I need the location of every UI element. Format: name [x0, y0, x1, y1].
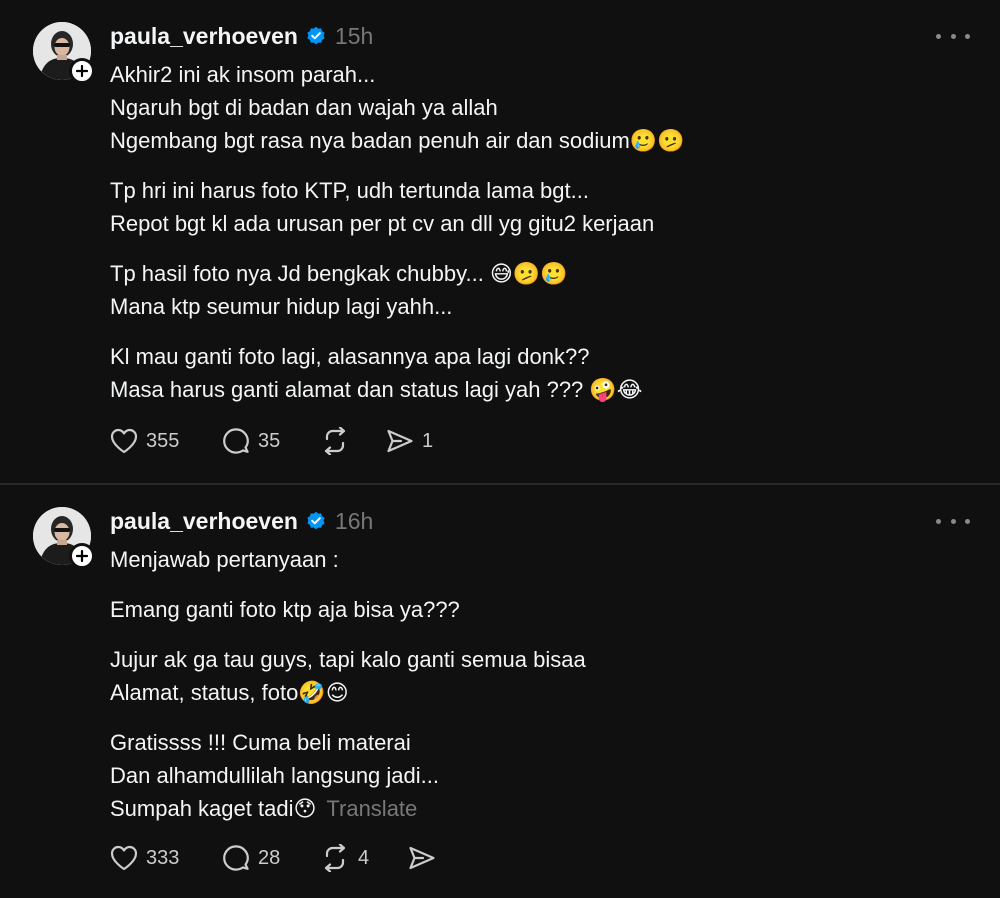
avatar[interactable] [33, 22, 95, 84]
post-text: Akhir2 ini ak insom parah... Ngaruh bgt … [110, 58, 950, 423]
plus-icon [76, 65, 88, 77]
thread-post[interactable]: paula_verhoeven 16h Menjawab pertanyaan … [0, 485, 1000, 898]
repost-icon [324, 844, 346, 872]
share-count: 1 [422, 429, 434, 452]
paragraph: Emang ganti foto ktp aja bisa ya??? [110, 593, 950, 626]
verified-badge-icon [307, 511, 325, 530]
repost-button[interactable] [320, 426, 386, 456]
like-count: 333 [146, 846, 180, 869]
more-options-icon[interactable] [936, 511, 970, 531]
reply-button[interactable]: 28 [222, 843, 320, 873]
reply-button[interactable]: 35 [222, 426, 320, 456]
reply-count: 28 [258, 846, 281, 869]
verified-badge-icon [307, 26, 325, 45]
like-count: 355 [146, 429, 180, 452]
text-line: Tp hasil foto nya Jd bengkak chubby... 😅… [110, 261, 568, 286]
more-options-icon[interactable] [936, 26, 970, 46]
follow-button[interactable] [69, 543, 95, 569]
post-header: paula_verhoeven 15h [110, 22, 373, 50]
share-icon [387, 429, 413, 453]
like-button[interactable]: 333 [110, 843, 222, 873]
repost-icon [324, 427, 346, 455]
share-button[interactable]: 1 [386, 426, 433, 456]
text-line-content: Sumpah kaget tadi😯 [110, 796, 317, 821]
text-line: Akhir2 ini ak insom parah... [110, 62, 376, 87]
heart-icon [110, 845, 138, 871]
text-line: Jujur ak ga tau guys, tapi kalo ganti se… [110, 647, 586, 672]
post-actions: 355 35 1 [110, 426, 433, 456]
translate-link[interactable]: Translate [326, 796, 417, 821]
heart-icon [110, 428, 138, 454]
paragraph: Kl mau ganti foto lagi, alasannya apa la… [110, 340, 950, 406]
text-line: Gratissss !!! Cuma beli materai [110, 730, 411, 755]
share-button[interactable] [408, 843, 436, 873]
paragraph: Jujur ak ga tau guys, tapi kalo ganti se… [110, 643, 950, 709]
post-header: paula_verhoeven 16h [110, 507, 373, 535]
post-timestamp: 16h [334, 507, 374, 534]
text-line: Alamat, status, foto🤣😊 [110, 680, 349, 705]
comment-icon [223, 428, 249, 454]
paragraph: Tp hasil foto nya Jd bengkak chubby... 😅… [110, 257, 950, 323]
repost-button[interactable]: 4 [320, 843, 408, 873]
repost-count: 4 [358, 846, 370, 869]
post-text: Menjawab pertanyaan : Emang ganti foto k… [110, 543, 950, 842]
thread-post[interactable]: paula_verhoeven 15h Akhir2 ini ak insom … [0, 0, 1000, 483]
post-actions: 333 28 4 [110, 843, 436, 873]
text-line: Mana ktp seumur hidup lagi yahh... [110, 294, 453, 319]
share-icon [409, 846, 435, 870]
post-timestamp: 15h [334, 22, 374, 49]
text-line: Ngaruh bgt di badan dan wajah ya allah [110, 95, 498, 120]
avatar[interactable] [33, 507, 95, 569]
text-line: Ngembang bgt rasa nya badan penuh air da… [110, 128, 685, 153]
paragraph: Gratissss !!! Cuma beli materai Dan alha… [110, 726, 950, 825]
username[interactable]: paula_verhoeven [110, 508, 298, 535]
text-line: Dan alhamdullilah langsung jadi... [110, 763, 439, 788]
text-line: Sumpah kaget tadi😯 Translate [110, 792, 950, 825]
paragraph: Tp hri ini harus foto KTP, udh tertunda … [110, 174, 950, 240]
username[interactable]: paula_verhoeven [110, 23, 298, 50]
text-line: Masa harus ganti alamat dan status lagi … [110, 377, 643, 402]
text-line: Tp hri ini harus foto KTP, udh tertunda … [110, 178, 589, 203]
follow-button[interactable] [69, 58, 95, 84]
plus-icon [76, 550, 88, 562]
comment-icon [223, 845, 249, 871]
reply-count: 35 [258, 429, 281, 452]
like-button[interactable]: 355 [110, 426, 222, 456]
text-line: Kl mau ganti foto lagi, alasannya apa la… [110, 344, 590, 369]
paragraph: Akhir2 ini ak insom parah... Ngaruh bgt … [110, 58, 950, 157]
text-line: Repot bgt kl ada urusan per pt cv an dll… [110, 211, 655, 236]
paragraph: Menjawab pertanyaan : [110, 543, 950, 576]
text-line: Emang ganti foto ktp aja bisa ya??? [110, 597, 460, 622]
text-line: Menjawab pertanyaan : [110, 547, 339, 572]
